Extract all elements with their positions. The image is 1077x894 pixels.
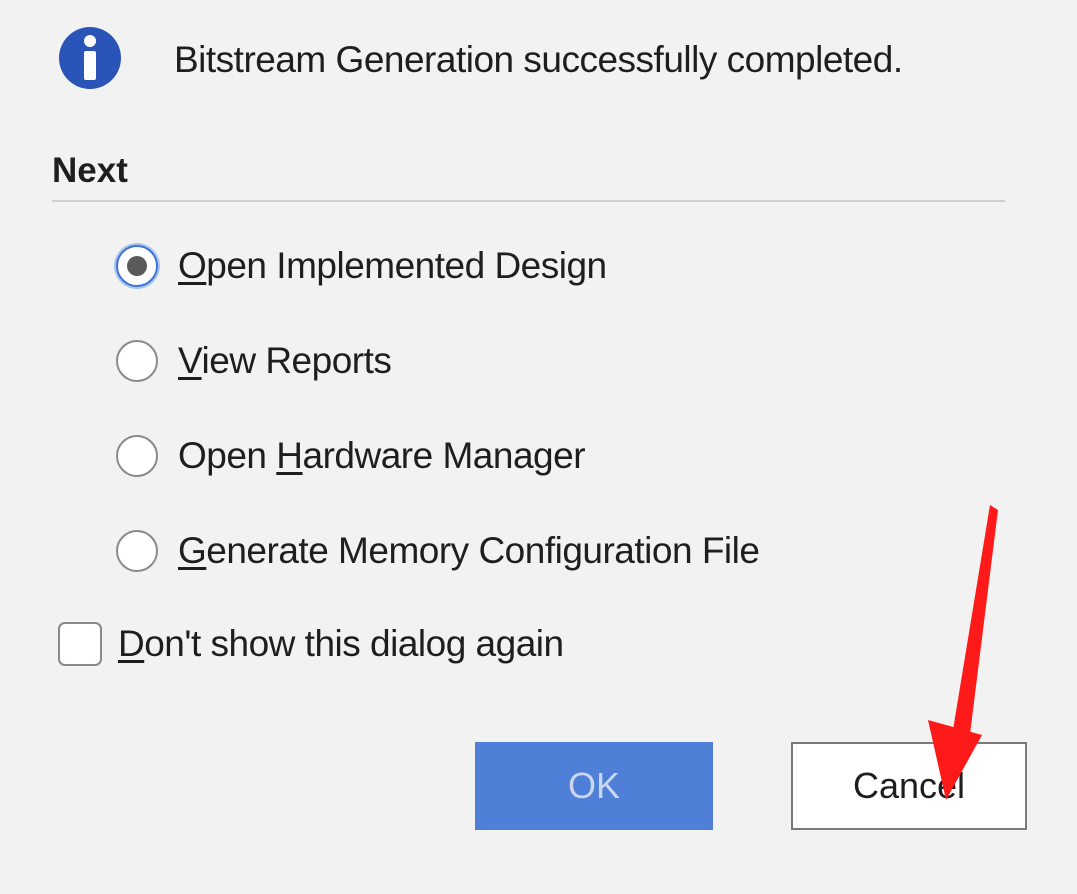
option-label: Generate Memory Configuration File bbox=[178, 530, 760, 571]
ok-button[interactable]: OK bbox=[475, 742, 713, 830]
radio-button[interactable] bbox=[116, 435, 158, 477]
dont-show-again-label: Don't show this dialog again bbox=[118, 623, 564, 664]
radio-button-selected[interactable] bbox=[116, 245, 158, 287]
cancel-button[interactable]: Cancel bbox=[791, 742, 1027, 830]
section-divider bbox=[52, 200, 1005, 202]
info-icon bbox=[59, 27, 121, 89]
option-label: Open Hardware Manager bbox=[178, 435, 586, 476]
section-title: Next bbox=[52, 151, 128, 190]
radio-button[interactable] bbox=[116, 530, 158, 572]
option-label: View Reports bbox=[178, 340, 392, 381]
dialog: Bitstream Generation successfully comple… bbox=[0, 0, 1077, 894]
option-open-hardware-manager[interactable]: Open Hardware Manager bbox=[116, 430, 586, 482]
radio-button[interactable] bbox=[116, 340, 158, 382]
option-label: Open Implemented Design bbox=[178, 245, 607, 286]
dont-show-again-checkbox[interactable] bbox=[58, 622, 102, 666]
option-view-reports[interactable]: View Reports bbox=[116, 335, 392, 387]
status-message: Bitstream Generation successfully comple… bbox=[174, 39, 903, 80]
dont-show-again-option[interactable]: Don't show this dialog again bbox=[58, 618, 564, 670]
option-open-implemented-design[interactable]: Open Implemented Design bbox=[116, 240, 607, 292]
option-generate-memory-configuration-file[interactable]: Generate Memory Configuration File bbox=[116, 525, 760, 577]
